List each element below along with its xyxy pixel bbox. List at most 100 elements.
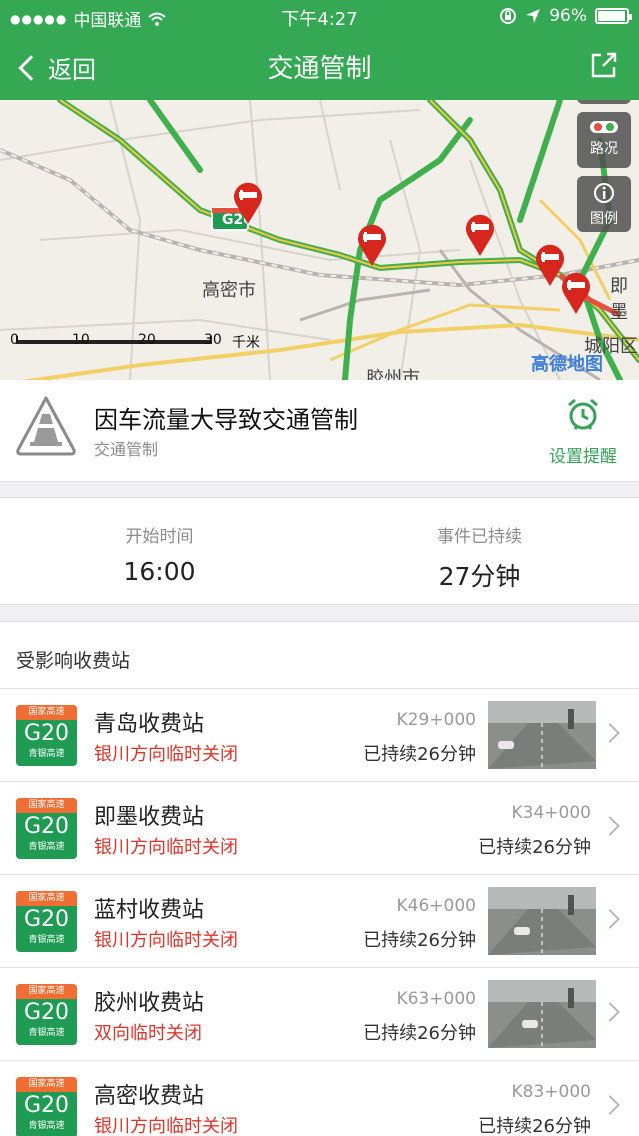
duration-label: 事件已持续 [437,527,522,547]
traffic-control-page: ●●●●● 中国联通 下午4:27 96% 返回 交通管制 G20 高密市 胶州… [0,0,639,1136]
station-status: 银川方向临时关闭 [94,744,238,765]
affected-toll-stations: 受影响收费站 国家高速 G20 青银高速 青岛收费站 银川方向临时关闭 K29+… [0,621,639,1136]
duration-block: 事件已持续 27分钟 [320,522,639,593]
station-status: 银川方向临时关闭 [94,1116,238,1136]
battery-icon [595,8,632,24]
shield-top: 国家高速 [16,1077,77,1092]
station-duration: 已持续26分钟 [363,930,476,951]
g20-highway-shield-icon: 国家高速 G20 青银高速 [16,891,77,952]
scale-tick: 10 [72,332,90,348]
station-km-marker: K63+000 [396,989,476,1009]
shield-code: G20 [23,907,70,932]
row-divider [0,781,639,782]
info-icon [594,183,614,203]
g20-highway-shield-icon: 国家高速 G20 青银高速 [16,705,77,766]
section-title: 受影响收费站 [16,650,131,672]
row-divider [0,967,639,968]
start-time-label: 开始时间 [125,527,194,547]
station-name: 高密收费站 [94,1084,205,1109]
chevron-right-icon [600,723,620,743]
alarm-clock-icon [568,398,598,430]
traffic-toggle-button[interactable]: 路况 [577,112,631,168]
g20-highway-shield-icon: 国家高速 G20 青银高速 [16,984,77,1045]
map-brand-logo: 高德地图 [531,354,603,375]
traffic-map[interactable]: G20 高密市 胶州市 城阳区 即墨 路况 图例 0 10 20 30 千米 高… [0,100,639,380]
start-time-value: 16:00 [123,557,196,586]
toll-marker-icon[interactable] [558,268,594,316]
shield-code: G20 [23,721,70,746]
station-status: 银川方向临时关闭 [94,930,238,951]
station-km-marker: K29+000 [396,710,476,730]
station-name: 胶州收费站 [94,991,205,1016]
traffic-label: 路况 [590,141,618,157]
scale-tick: 0 [10,332,19,348]
shield-top: 国家高速 [16,798,77,813]
toll-marker-icon[interactable] [462,210,498,258]
shield-bottom: 青银高速 [28,842,65,852]
set-reminder-button[interactable]: 设置提醒 [545,396,621,467]
toll-station-row[interactable]: 国家高速 G20 青银高速 即墨收费站 银川方向临时关闭 K34+000 已持续… [0,781,639,873]
event-category: 交通管制 [94,440,159,459]
start-time-block: 开始时间 16:00 [0,522,319,586]
scale-tick: 30 [204,332,222,348]
event-times: 开始时间 16:00 事件已持续 27分钟 [0,497,639,605]
toll-station-row[interactable]: 国家高速 G20 青银高速 青岛收费站 银川方向临时关闭 K29+000 已持续… [0,688,639,780]
station-camera-photo [488,887,596,955]
chevron-right-icon [600,816,620,836]
shield-top: 国家高速 [16,705,77,720]
legend-label: 图例 [590,211,618,227]
station-km-marker: K46+000 [396,896,476,916]
shield-top: 国家高速 [16,891,77,906]
row-divider [0,874,639,875]
top-bar: ●●●●● 中国联通 下午4:27 96% 返回 交通管制 [0,0,639,100]
legend-button[interactable]: 图例 [577,176,631,232]
shield-code: G20 [23,1000,70,1025]
station-duration: 已持续26分钟 [363,1023,476,1044]
city-label-jiaozhou: 胶州市 [366,368,420,380]
station-km-marker: K34+000 [511,803,591,823]
event-headline: 因车流量大导致交通管制 [94,406,358,434]
toll-marker-icon[interactable] [354,220,390,268]
chevron-right-icon [600,1095,620,1115]
status-bar: ●●●●● 中国联通 下午4:27 96% [0,0,639,32]
shield-bottom: 青银高速 [28,1121,65,1131]
g20-highway-shield-icon: 国家高速 G20 青银高速 [16,798,77,859]
station-duration: 已持续26分钟 [363,744,476,765]
shield-top: 国家高速 [16,984,77,999]
shield-bottom: 青银高速 [28,935,65,945]
scale-tick: 20 [138,332,156,348]
shield-bottom: 青银高速 [28,749,65,759]
set-reminder-label: 设置提醒 [549,447,617,467]
shield-code: G20 [23,814,70,839]
station-status: 双向临时关闭 [94,1023,202,1044]
city-label-jimo: 即墨 [610,276,628,323]
nav-bar: 返回 交通管制 [0,32,639,100]
station-duration: 已持续26分钟 [478,837,591,858]
toll-marker-icon[interactable] [230,178,266,226]
event-card: 因车流量大导致交通管制 交通管制 设置提醒 [0,380,639,482]
share-icon[interactable] [589,50,619,80]
station-name: 即墨收费站 [94,805,205,830]
location-icon [526,9,541,23]
map-control-partial[interactable] [577,100,631,104]
traffic-cone-icon [16,396,76,456]
station-name: 青岛收费站 [94,712,205,737]
scale-unit: 千米 [232,335,260,351]
row-divider [0,688,639,689]
g20-highway-shield-icon: 国家高速 G20 青银高速 [16,1077,77,1136]
duration-value: 27分钟 [438,562,521,591]
station-name: 蓝村收费站 [94,898,205,923]
chevron-right-icon [600,1002,620,1022]
chevron-right-icon [600,909,620,929]
toll-station-row[interactable]: 国家高速 G20 青银高速 高密收费站 银川方向临时关闭 K83+000 已持续… [0,1060,639,1136]
station-km-marker: K83+000 [511,1082,591,1102]
station-camera-photo [488,701,596,769]
row-divider [0,1060,639,1061]
toll-station-row[interactable]: 国家高速 G20 青银高速 胶州收费站 双向临时关闭 K63+000 已持续26… [0,967,639,1059]
toll-station-row[interactable]: 国家高速 G20 青银高速 蓝村收费站 银川方向临时关闭 K46+000 已持续… [0,874,639,966]
page-title: 交通管制 [267,54,372,84]
station-camera-photo [488,980,596,1048]
map-scale: 0 10 20 30 千米 [10,332,260,372]
rotation-lock-icon [500,8,517,24]
traffic-light-icon [590,121,618,133]
